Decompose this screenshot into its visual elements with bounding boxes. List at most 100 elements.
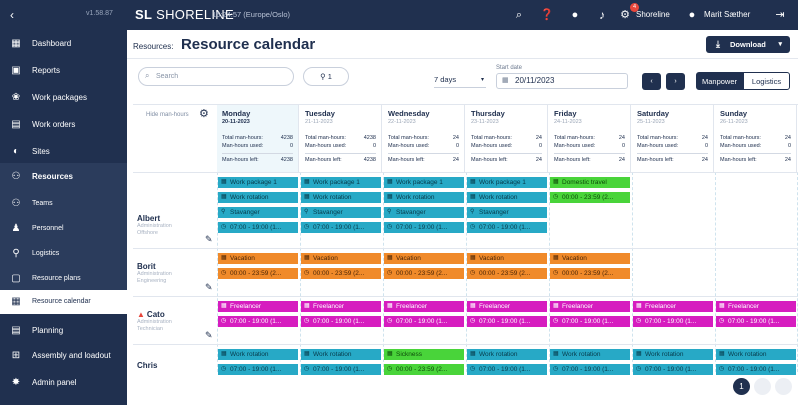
- sidebar-item-personnel[interactable]: ♟ Personnel: [0, 216, 127, 244]
- calendar-event[interactable]: ▦ Vacation: [550, 253, 630, 264]
- calendar-event[interactable]: ▦ Freelancer: [218, 301, 298, 312]
- sidebar-item-resource-calendar[interactable]: ▦ Resource calendar: [0, 290, 127, 314]
- calendar-event[interactable]: ▦ Work package 1: [384, 177, 464, 188]
- search-input[interactable]: ⌕ Search: [138, 67, 294, 86]
- help-icon[interactable]: ❓: [539, 7, 555, 23]
- user-name[interactable]: Marit Sæther: [704, 10, 750, 19]
- segment-logistics[interactable]: Logistics: [743, 72, 790, 90]
- filter-button[interactable]: ⚲ 1: [303, 67, 349, 86]
- search-icon[interactable]: ⌕: [511, 7, 527, 23]
- calendar-event[interactable]: ▦ Work rotation: [301, 349, 381, 360]
- calendar-event[interactable]: ◷ 07:00 - 19:00 (1...: [716, 364, 796, 375]
- calendar-event[interactable]: ◷ 07:00 - 19:00 (1...: [716, 316, 796, 327]
- calendar-event[interactable]: ▦ Vacation: [301, 253, 381, 264]
- calendar-event[interactable]: ▦ Work rotation: [301, 192, 381, 203]
- logout-icon[interactable]: ⇥: [772, 7, 788, 23]
- sidebar-item-work-packages[interactable]: ❀ Work packages: [0, 84, 127, 112]
- calendar-event[interactable]: ◷ 07:00 - 19:00 (1...: [218, 316, 298, 327]
- page-button[interactable]: [775, 378, 792, 395]
- calendar-event[interactable]: ◷ 07:00 - 19:00 (1...: [633, 364, 713, 375]
- calendar-event[interactable]: ▦ Sickness: [384, 349, 464, 360]
- edit-cato-icon[interactable]: ✎: [205, 330, 213, 341]
- calendar-event[interactable]: ◷ 00:00 - 23:59 (2...: [384, 364, 464, 375]
- person-albert[interactable]: Albert Administration Offshore: [137, 214, 172, 237]
- calendar-event[interactable]: ▦ Freelancer: [384, 301, 464, 312]
- breadcrumb-resources[interactable]: Resources: [133, 42, 171, 51]
- sidebar-item-planning[interactable]: ▤ Planning: [0, 317, 127, 345]
- calendar-event[interactable]: ▦ Freelancer: [550, 301, 630, 312]
- hide-man-hours-toggle[interactable]: Hide man-hours: [146, 112, 189, 118]
- edit-albert-icon[interactable]: ✎: [205, 234, 213, 245]
- calendar-event[interactable]: ⚲ Stavanger: [301, 207, 381, 218]
- calendar-event[interactable]: ▦ Freelancer: [716, 301, 796, 312]
- calendar-event[interactable]: ◷ 07:00 - 19:00 (1...: [301, 316, 381, 327]
- calendar-event[interactable]: ◷ 00:00 - 23:59 (2...: [384, 268, 464, 279]
- calendar-event[interactable]: ⚲ Stavanger: [384, 207, 464, 218]
- calendar-event[interactable]: ◷ 07:00 - 19:00 (1...: [384, 316, 464, 327]
- calendar-event[interactable]: ▦ Freelancer: [633, 301, 713, 312]
- sidebar-item-work-orders[interactable]: ▤ Work orders: [0, 111, 127, 139]
- calendar-event[interactable]: ▦ Vacation: [384, 253, 464, 264]
- notifications-icon[interactable]: ♪: [594, 7, 610, 23]
- calendar-event[interactable]: ▦ Freelancer: [467, 301, 547, 312]
- page-1-button[interactable]: 1: [733, 378, 750, 395]
- calendar-event[interactable]: ◷ 07:00 - 19:00 (1...: [467, 316, 547, 327]
- calendar-event[interactable]: ▦ Domestic travel: [550, 177, 630, 188]
- calendar-event[interactable]: ◷ 07:00 - 19:00 (1...: [550, 364, 630, 375]
- calendar-event[interactable]: ◷ 07:00 - 19:00 (1...: [218, 222, 298, 233]
- calendar-event[interactable]: ▦ Vacation: [218, 253, 298, 264]
- calendar-event[interactable]: ▦ Work package 1: [218, 177, 298, 188]
- calendar-event[interactable]: ◷ 07:00 - 19:00 (1...: [301, 222, 381, 233]
- person-chris[interactable]: Chris: [137, 361, 157, 370]
- segment-manpower[interactable]: Manpower: [696, 72, 743, 90]
- calendar-event[interactable]: ◷ 07:00 - 19:00 (1...: [467, 364, 547, 375]
- sidebar-item-dashboard[interactable]: ▦ Dashboard: [0, 30, 127, 58]
- calendar-event[interactable]: ◷ 00:00 - 23:59 (2...: [218, 268, 298, 279]
- sidebar-item-reports[interactable]: ▣ Reports: [0, 57, 127, 85]
- calendar-event[interactable]: ▦ Work rotation: [467, 192, 547, 203]
- download-button[interactable]: ⤓ Download ▾: [706, 36, 790, 53]
- calendar-event[interactable]: ▦ Work rotation: [633, 349, 713, 360]
- start-date-input[interactable]: ▦ 20/11/2023: [496, 73, 628, 89]
- gear-icon[interactable]: ⚙: [199, 107, 209, 120]
- sidebar-item-admin[interactable]: ✸ Admin panel: [0, 369, 127, 397]
- previous-week-button[interactable]: ‹: [642, 73, 661, 90]
- sidebar-item-assembly[interactable]: ⊞ Assembly and loadout: [0, 342, 127, 370]
- calendar-event[interactable]: ▦ Vacation: [467, 253, 547, 264]
- calendar-event[interactable]: ▦ Work package 1: [467, 177, 547, 188]
- calendar-event[interactable]: ◷ 00:00 - 23:59 (2...: [467, 268, 547, 279]
- calendar-event[interactable]: ▦ Work rotation: [384, 192, 464, 203]
- project-name[interactable]: Shoreline: [636, 10, 670, 19]
- user-icon[interactable]: ●: [684, 7, 700, 23]
- status-icon[interactable]: ●: [567, 7, 583, 23]
- calendar-event[interactable]: ◷ 07:00 - 19:00 (1...: [550, 316, 630, 327]
- gear-icon[interactable]: ⚙: [617, 7, 633, 23]
- calendar-event[interactable]: ◷ 07:00 - 19:00 (1...: [218, 364, 298, 375]
- calendar-event[interactable]: ▦ Work package 1: [301, 177, 381, 188]
- calendar-event[interactable]: ◷ 07:00 - 19:00 (1...: [633, 316, 713, 327]
- calendar-event[interactable]: ▦ Freelancer: [301, 301, 381, 312]
- calendar-event[interactable]: ⚲ Stavanger: [467, 207, 547, 218]
- days-select[interactable]: 7 days ▾: [434, 72, 486, 88]
- calendar-event[interactable]: ◷ 00:00 - 23:59 (2...: [301, 268, 381, 279]
- person-borit[interactable]: Borit Administration Engineering: [137, 262, 172, 285]
- calendar-event[interactable]: ◷ 07:00 - 19:00 (1...: [384, 222, 464, 233]
- person-cato[interactable]: ▲ Cato Administration Technician: [137, 310, 172, 333]
- sidebar-item-logistics[interactable]: ⚲ Logistics: [0, 241, 127, 269]
- calendar-event[interactable]: ▦ Work rotation: [218, 192, 298, 203]
- back-icon[interactable]: ‹: [4, 6, 20, 24]
- calendar-event[interactable]: ◷ 07:00 - 19:00 (1...: [301, 364, 381, 375]
- sidebar-item-sites[interactable]: ◐ Sites: [0, 138, 127, 166]
- calendar-event[interactable]: ▦ Work rotation: [218, 349, 298, 360]
- sidebar-item-resources[interactable]: ⚇ Resources: [0, 163, 127, 191]
- next-week-button[interactable]: ›: [666, 73, 685, 90]
- edit-borit-icon[interactable]: ✎: [205, 282, 213, 293]
- calendar-event[interactable]: ◷ 07:00 - 19:00 (1...: [467, 222, 547, 233]
- calendar-event[interactable]: ⚲ Stavanger: [218, 207, 298, 218]
- calendar-event[interactable]: ◷ 00:00 - 23:59 (2...: [550, 268, 630, 279]
- page-button[interactable]: [754, 378, 771, 395]
- calendar-event[interactable]: ▦ Work rotation: [467, 349, 547, 360]
- calendar-event[interactable]: ▦ Work rotation: [716, 349, 796, 360]
- sidebar-item-teams[interactable]: ⚇ Teams: [0, 191, 127, 219]
- calendar-event[interactable]: ▦ Work rotation: [550, 349, 630, 360]
